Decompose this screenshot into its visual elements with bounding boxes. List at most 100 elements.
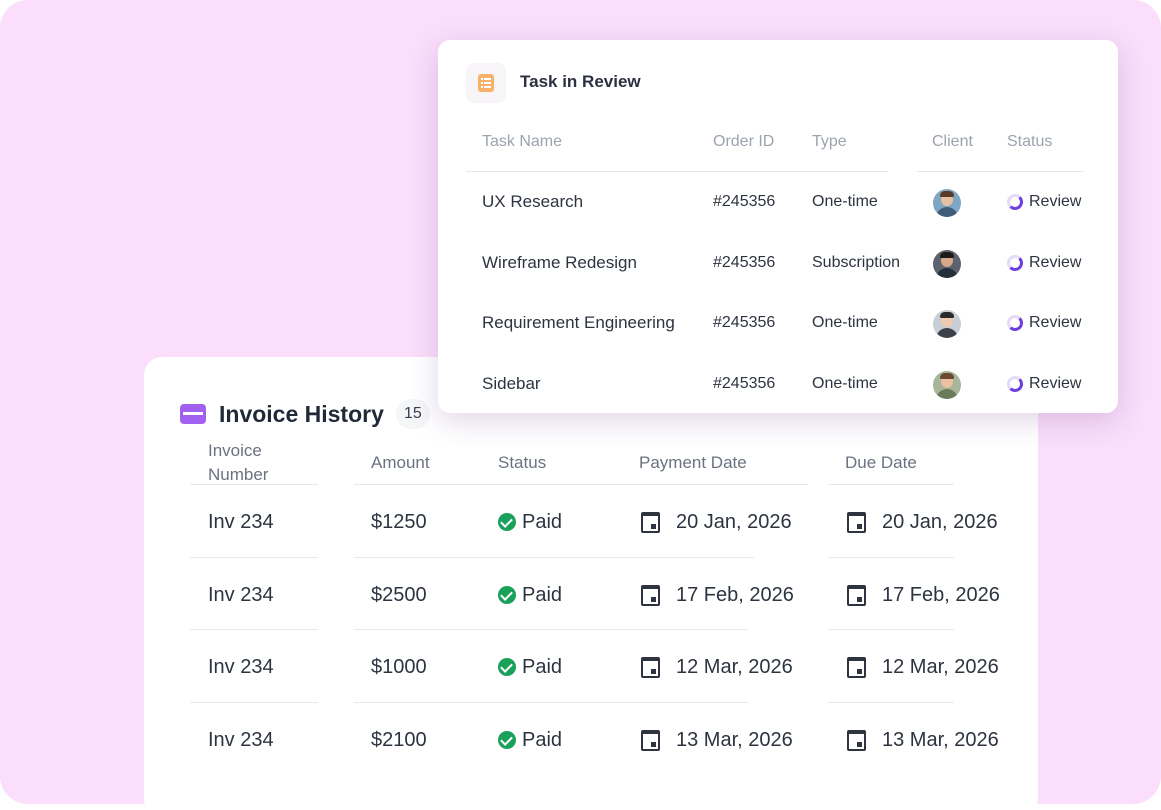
status-label: Review	[1029, 193, 1082, 210]
check-circle-icon	[498, 586, 516, 604]
column-header-invoice-number[interactable]: Invoice Number	[208, 439, 268, 487]
background: Invoice History 15 Invoice Number Amount…	[0, 0, 1161, 804]
calendar-icon	[847, 656, 866, 678]
due-date: 20 Jan, 2026	[847, 507, 998, 537]
invoice-number: Inv 234	[208, 728, 274, 751]
order-id: #245356	[713, 375, 776, 392]
progress-spinner-icon	[1007, 194, 1023, 210]
column-header-amount[interactable]: Amount	[371, 451, 430, 475]
divider	[917, 171, 1084, 172]
invoice-amount: $2100	[371, 728, 427, 751]
divider	[466, 171, 888, 172]
task-status: Review	[1007, 249, 1081, 277]
divider	[354, 629, 622, 630]
date-label: 20 Jan, 2026	[882, 510, 998, 533]
client-avatar[interactable]	[933, 250, 961, 278]
check-circle-icon	[498, 731, 516, 749]
column-header-client[interactable]: Client	[932, 133, 973, 151]
date-label: 12 Mar, 2026	[676, 655, 793, 678]
invoice-amount: $1000	[371, 655, 427, 678]
calendar-icon	[641, 584, 660, 606]
order-id: #245356	[713, 314, 776, 331]
payment-date: 12 Mar, 2026	[641, 652, 793, 682]
status-label: Paid	[522, 510, 563, 533]
status-label: Paid	[522, 583, 563, 606]
date-label: 17 Feb, 2026	[676, 583, 794, 606]
divider	[622, 557, 754, 558]
task-type: One-time	[812, 314, 878, 331]
divider	[354, 557, 622, 558]
progress-spinner-icon	[1007, 255, 1023, 271]
order-id: #245356	[713, 254, 776, 271]
task-name: Requirement Engineering	[482, 313, 675, 332]
divider	[190, 557, 318, 558]
invoice-count-badge: 15	[395, 399, 430, 429]
invoice-history-card: Invoice History 15 Invoice Number Amount…	[144, 357, 1038, 804]
check-circle-icon	[498, 658, 516, 676]
divider	[828, 702, 954, 703]
task-type: Subscription	[812, 254, 901, 271]
column-header-status[interactable]: Status	[1007, 133, 1052, 151]
calendar-icon	[641, 729, 660, 751]
divider	[190, 484, 318, 485]
date-label: 20 Jan, 2026	[676, 510, 792, 533]
column-header-type[interactable]: Type	[812, 133, 847, 151]
divider	[828, 557, 954, 558]
column-header-payment-date[interactable]: Payment Date	[639, 451, 747, 475]
invoice-status: Paid	[498, 580, 562, 610]
invoice-title: Invoice History	[219, 400, 384, 427]
due-date: 13 Mar, 2026	[847, 725, 999, 755]
invoice-number: Inv 234	[208, 655, 274, 678]
payment-date: 13 Mar, 2026	[641, 725, 793, 755]
date-label: 13 Mar, 2026	[882, 728, 999, 751]
header-label-line1: Invoice	[208, 441, 262, 460]
calendar-icon	[847, 584, 866, 606]
credit-card-icon	[180, 404, 206, 424]
task-status: Review	[1007, 188, 1081, 216]
client-avatar[interactable]	[933, 371, 961, 399]
order-id: #245356	[713, 193, 776, 210]
calendar-icon	[847, 729, 866, 751]
due-date: 17 Feb, 2026	[847, 580, 1000, 610]
task-status: Review	[1007, 370, 1081, 398]
client-avatar[interactable]	[933, 310, 961, 338]
payment-date: 20 Jan, 2026	[641, 507, 792, 537]
calendar-icon	[641, 511, 660, 533]
divider	[828, 484, 954, 485]
task-type: One-time	[812, 375, 878, 392]
column-header-due-date[interactable]: Due Date	[845, 451, 917, 475]
status-label: Review	[1029, 254, 1082, 271]
task-name: UX Research	[482, 192, 584, 211]
client-avatar[interactable]	[933, 189, 961, 217]
divider	[190, 702, 318, 703]
invoice-amount: $1250	[371, 510, 427, 533]
task-status: Review	[1007, 309, 1081, 337]
calendar-icon	[641, 656, 660, 678]
status-label: Review	[1029, 314, 1082, 331]
column-header-status[interactable]: Status	[498, 451, 546, 475]
invoice-number: Inv 234	[208, 510, 274, 533]
task-name: Wireframe Redesign	[482, 253, 637, 272]
invoice-amount: $2500	[371, 583, 427, 606]
document-list-icon	[478, 74, 494, 92]
due-date: 12 Mar, 2026	[847, 652, 999, 682]
divider	[622, 484, 808, 485]
divider	[190, 629, 318, 630]
progress-spinner-icon	[1007, 315, 1023, 331]
date-label: 17 Feb, 2026	[882, 583, 1000, 606]
check-circle-icon	[498, 513, 516, 531]
column-header-order-id[interactable]: Order ID	[713, 133, 774, 151]
task-type: One-time	[812, 193, 878, 210]
payment-date: 17 Feb, 2026	[641, 580, 794, 610]
status-label: Review	[1029, 375, 1082, 392]
column-header-task-name[interactable]: Task Name	[482, 133, 562, 151]
divider	[622, 629, 748, 630]
invoice-header: Invoice History 15	[180, 399, 430, 429]
invoice-number: Inv 234	[208, 583, 274, 606]
invoice-status: Paid	[498, 725, 562, 755]
status-label: Paid	[522, 728, 563, 751]
date-label: 13 Mar, 2026	[676, 728, 793, 751]
status-label: Paid	[522, 655, 563, 678]
task-in-review-card: Task in Review Task Name Order ID Type C…	[438, 40, 1118, 413]
task-card-title: Task in Review	[520, 72, 641, 91]
